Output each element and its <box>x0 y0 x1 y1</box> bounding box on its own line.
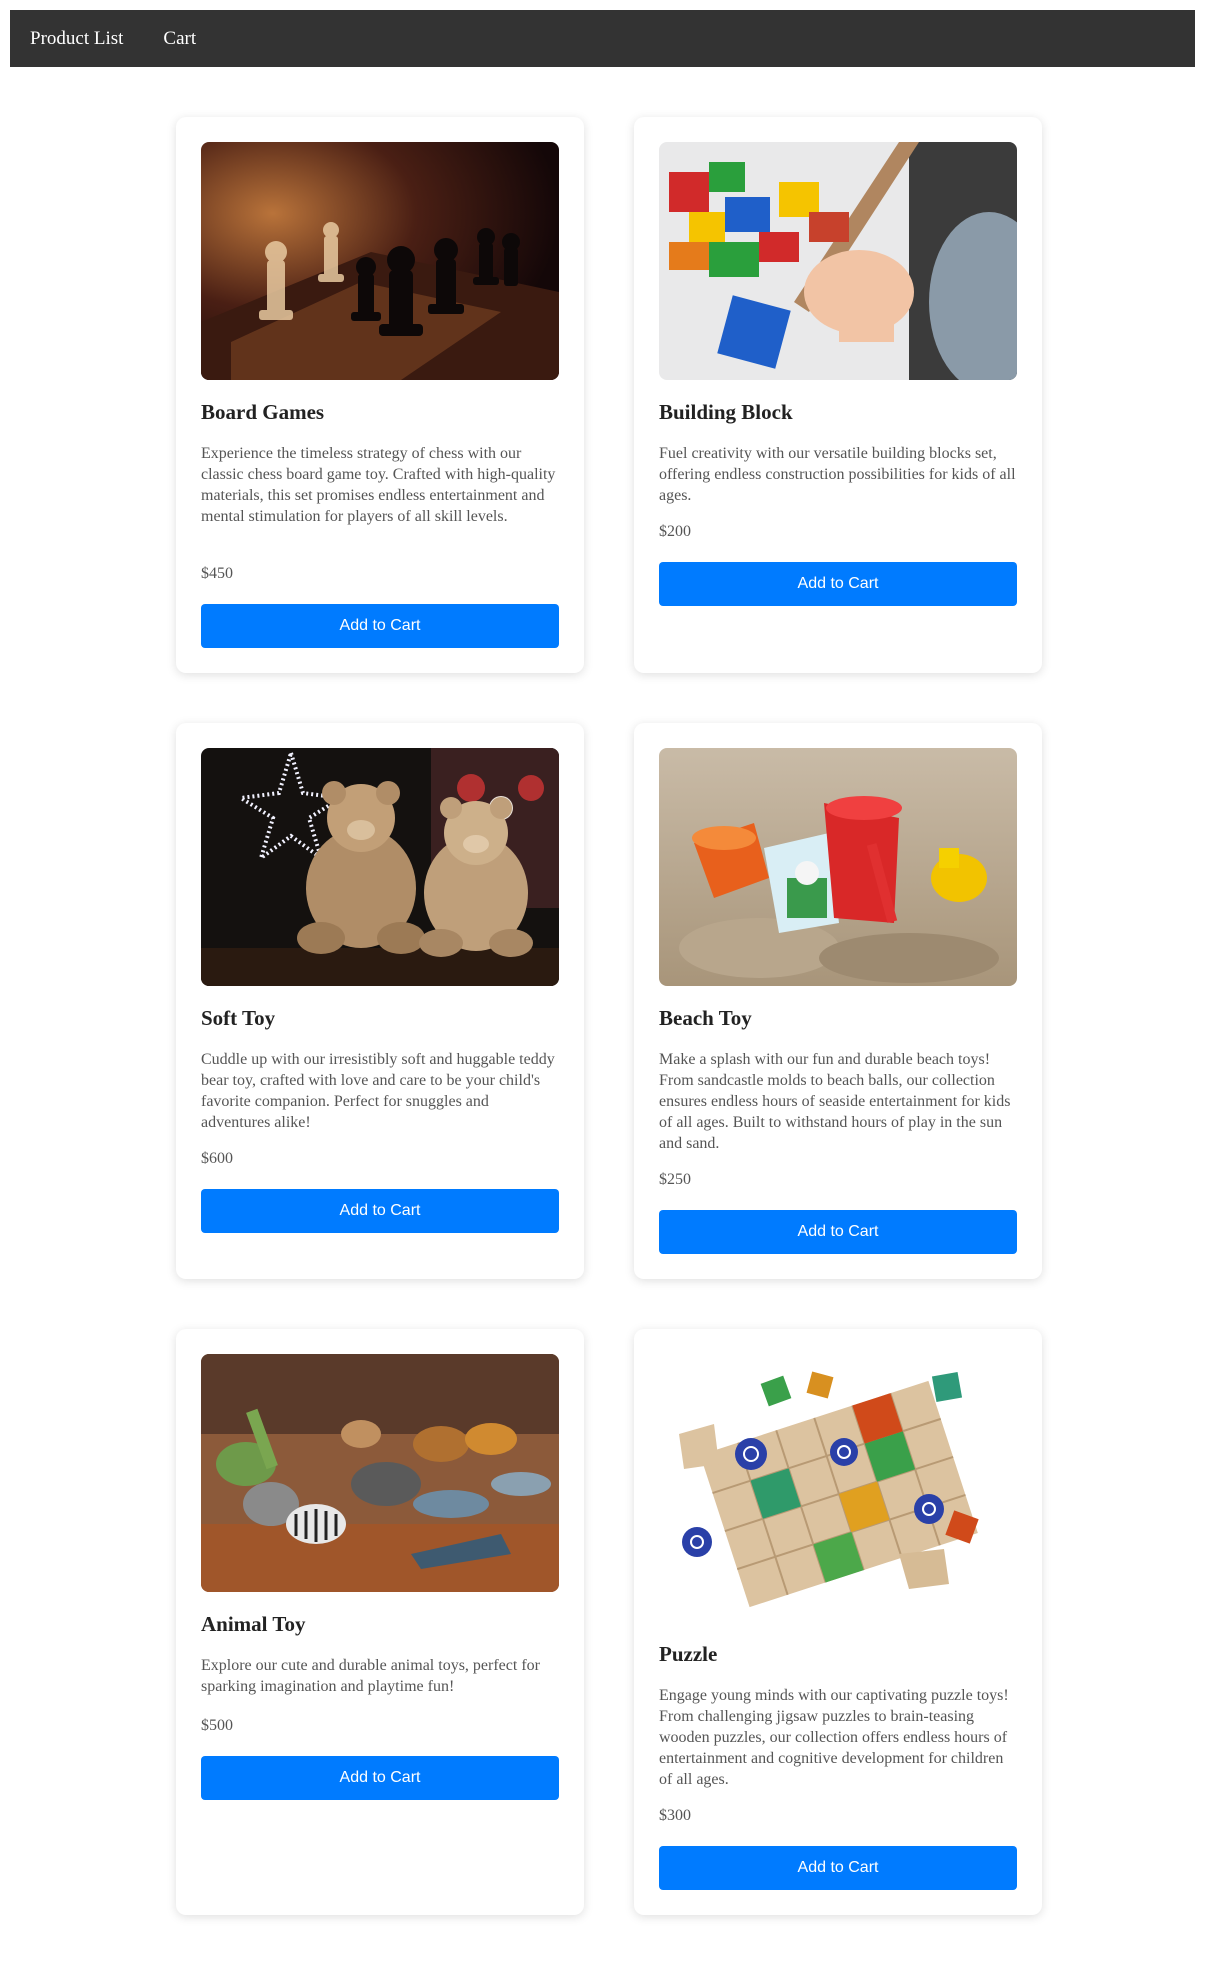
building-blocks-image <box>659 142 1017 380</box>
product-title: Beach Toy <box>659 1006 752 1030</box>
animal-figures-image <box>201 1354 559 1592</box>
product-title: Soft Toy <box>201 1006 276 1030</box>
product-price: $600 <box>201 1150 233 1167</box>
product-card-soft-toy: Soft Toy Cuddle up with our irresistibly… <box>176 723 584 1279</box>
product-card-board-games: Board Games Experience the timeless stra… <box>176 117 584 673</box>
product-description: Experience the timeless strategy of ches… <box>201 445 556 525</box>
add-to-cart-button[interactable]: Add to Cart <box>659 1210 1017 1254</box>
product-description: Fuel creativity with our versatile build… <box>659 445 1016 504</box>
product-title: Board Games <box>201 400 325 424</box>
product-card-puzzle: Puzzle Engage young minds with our capti… <box>634 1329 1042 1915</box>
nav-product-list-link[interactable]: Product List <box>30 28 123 50</box>
product-description: Explore our cute and durable animal toys… <box>201 1657 540 1695</box>
product-price: $250 <box>659 1171 691 1188</box>
product-price: $500 <box>201 1717 233 1734</box>
product-title: Animal Toy <box>201 1612 306 1636</box>
product-card-building-block: Building Block Fuel creativity with our … <box>634 117 1042 673</box>
product-price: $200 <box>659 523 691 540</box>
product-card-animal-toy: Animal Toy Explore our cute and durable … <box>176 1329 584 1915</box>
add-to-cart-button[interactable]: Add to Cart <box>201 604 559 648</box>
nav-cart-link[interactable]: Cart <box>163 28 196 50</box>
product-price: $300 <box>659 1807 691 1824</box>
product-description: Make a splash with our fun and durable b… <box>659 1051 1011 1152</box>
top-navbar: Product List Cart <box>10 10 1195 67</box>
wooden-puzzle-image <box>659 1354 1017 1624</box>
teddy-bears-image <box>201 748 559 986</box>
product-title: Building Block <box>659 400 793 424</box>
beach-toys-image <box>659 748 1017 986</box>
add-to-cart-button[interactable]: Add to Cart <box>201 1189 559 1233</box>
add-to-cart-button[interactable]: Add to Cart <box>659 562 1017 606</box>
add-to-cart-button[interactable]: Add to Cart <box>201 1756 559 1800</box>
product-title: Puzzle <box>659 1642 718 1666</box>
product-card-beach-toy: Beach Toy Make a splash with our fun and… <box>634 723 1042 1279</box>
product-description: Engage young minds with our captivating … <box>659 1687 1009 1788</box>
chess-image <box>201 142 559 380</box>
add-to-cart-button[interactable]: Add to Cart <box>659 1846 1017 1890</box>
product-price: $450 <box>201 565 233 582</box>
product-description: Cuddle up with our irresistibly soft and… <box>201 1051 555 1131</box>
